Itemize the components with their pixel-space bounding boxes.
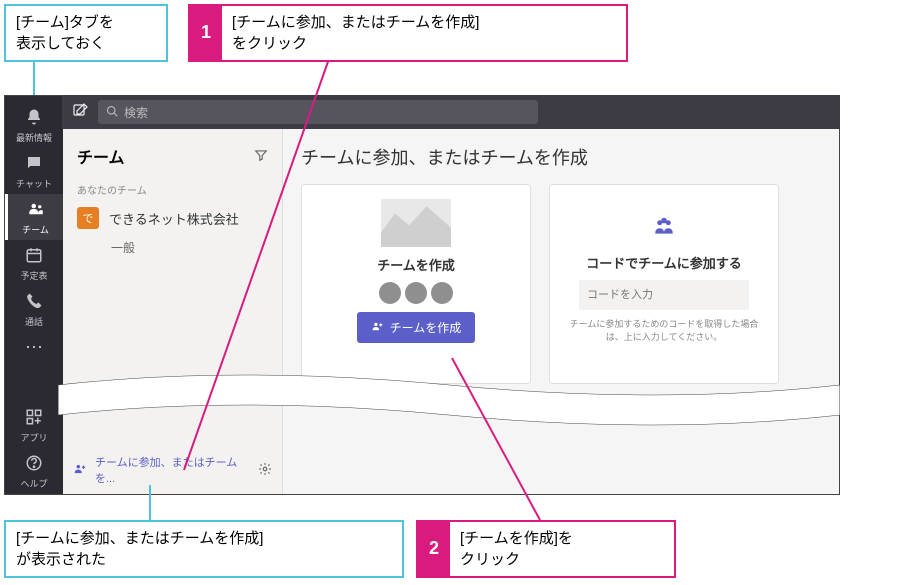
join-card-title: コードでチームに参加する xyxy=(586,253,742,272)
rail-chat[interactable]: チャット xyxy=(5,148,63,194)
step-text: [チームに参加、またはチームを作成] をクリック xyxy=(232,12,479,54)
callout-post: [チームに参加、またはチームを作成] が表示された xyxy=(4,520,404,578)
rail-label: チーム xyxy=(22,225,49,235)
rail-help[interactable]: ヘルプ xyxy=(5,448,63,494)
filter-icon[interactable] xyxy=(254,148,268,165)
apps-icon xyxy=(5,408,63,429)
rail-label: チャット xyxy=(16,179,52,189)
people-icon xyxy=(651,213,677,245)
rail-label: 予定表 xyxy=(20,271,47,281)
create-team-button[interactable]: チームを作成 xyxy=(357,312,476,343)
search-placeholder: 検索 xyxy=(124,104,148,121)
dots-icon: ⋯ xyxy=(5,338,63,356)
channel-general[interactable]: 一般 xyxy=(63,235,282,260)
create-team-card: チームを作成 チームを作成 xyxy=(301,184,531,384)
join-team-card: コードでチームに参加する チームに参加するためのコードを取得した場合は、上に入力… xyxy=(549,184,779,384)
compose-icon[interactable] xyxy=(72,103,88,122)
calendar-icon xyxy=(5,246,63,267)
search-input[interactable]: 検索 xyxy=(98,100,538,124)
people-add-icon xyxy=(371,320,384,336)
sidebar-title: チーム xyxy=(77,144,125,168)
rail-calls[interactable]: 通話 xyxy=(5,286,63,332)
step-number: 1 xyxy=(190,6,222,60)
rail-more[interactable]: ⋯ xyxy=(5,332,63,362)
help-icon xyxy=(5,454,63,475)
phone-icon xyxy=(5,292,63,313)
teams-sidebar: チーム あなたのチーム で できるネット株式会社 一般 チームに参加、またはチー… xyxy=(63,96,283,494)
team-avatar: で xyxy=(77,207,99,229)
create-card-title: チームを作成 xyxy=(377,255,455,274)
rail-activity[interactable]: 最新情報 xyxy=(5,102,63,148)
teams-icon xyxy=(8,200,63,221)
callout-pre: [チーム]タブを 表示しておく xyxy=(4,4,168,62)
rail-teams[interactable]: チーム xyxy=(5,194,63,240)
member-dots xyxy=(379,282,453,304)
search-icon xyxy=(106,105,118,120)
page-title: チームに参加、またはチームを作成 xyxy=(283,130,839,184)
image-placeholder-icon xyxy=(381,199,451,247)
rail-apps[interactable]: アプリ xyxy=(5,402,63,448)
callout-step-1: 1 [チームに参加、またはチームを作成] をクリック xyxy=(188,4,628,62)
gear-icon[interactable] xyxy=(258,462,272,479)
code-input[interactable] xyxy=(579,280,749,310)
rail-label: 通話 xyxy=(25,317,43,327)
join-link-text: チームに参加、またはチームを... xyxy=(95,454,250,486)
rail-label: アプリ xyxy=(20,433,47,443)
team-row[interactable]: で できるネット株式会社 xyxy=(63,201,282,235)
step-number: 2 xyxy=(418,522,450,576)
main-content: チームに参加、またはチームを作成 チームを作成 チームを作成 xyxy=(283,96,839,494)
nav-rail: 最新情報 チャット チーム 予定表 通話 ⋯ xyxy=(5,96,63,494)
people-add-icon xyxy=(73,462,87,479)
step-text: [チームを作成]を クリック xyxy=(460,528,573,570)
rail-label: ヘルプ xyxy=(20,479,47,489)
rail-label: 最新情報 xyxy=(16,133,52,143)
create-button-label: チームを作成 xyxy=(390,319,462,336)
join-create-link[interactable]: チームに参加、またはチームを... xyxy=(73,454,272,486)
join-hint: チームに参加するためのコードを取得した場合は、上に入力してください。 xyxy=(564,318,764,343)
team-name: できるネット株式会社 xyxy=(109,209,239,228)
app-window: 最新情報 チャット チーム 予定表 通話 ⋯ xyxy=(4,95,840,495)
rail-calendar[interactable]: 予定表 xyxy=(5,240,63,286)
top-bar: 検索 xyxy=(62,95,840,129)
truncation-wave xyxy=(58,370,840,430)
chat-icon xyxy=(5,154,63,175)
callout-step-2: 2 [チームを作成]を クリック xyxy=(416,520,676,578)
bell-icon xyxy=(5,108,63,129)
your-teams-label: あなたのチーム xyxy=(63,178,282,201)
